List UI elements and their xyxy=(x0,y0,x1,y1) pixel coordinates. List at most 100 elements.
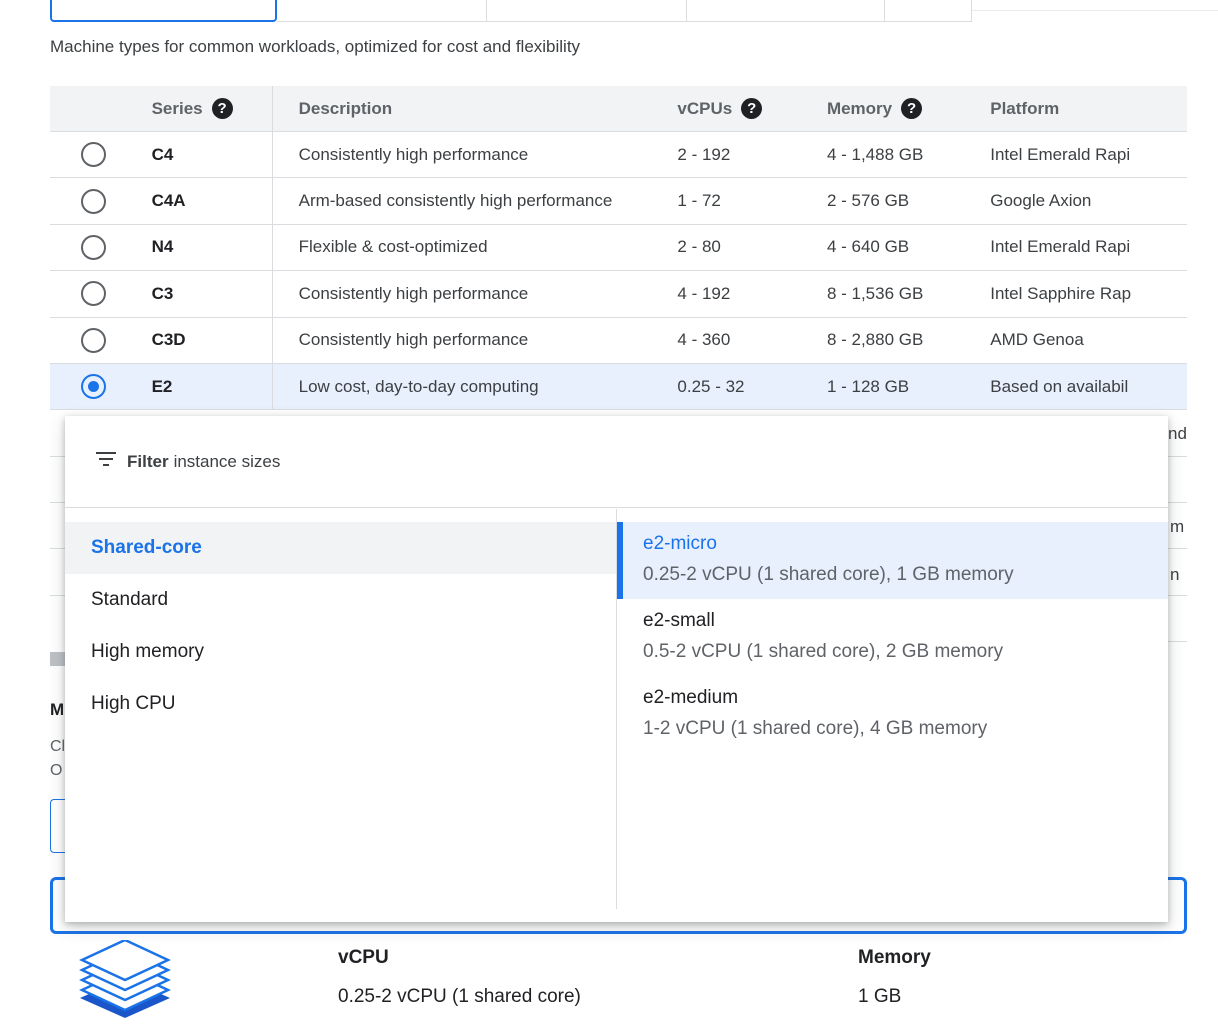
row-divider xyxy=(50,548,66,549)
table-row[interactable]: C3 Consistently high performance 4 - 192… xyxy=(50,271,1187,318)
series-radio[interactable] xyxy=(80,188,106,214)
row-divider xyxy=(1168,595,1187,596)
series-radio[interactable] xyxy=(80,281,106,307)
machine-type-popover: Filter instance sizes Shared-core Standa… xyxy=(65,416,1168,922)
series-description: Flexible & cost-optimized xyxy=(298,237,488,257)
series-name: C3 xyxy=(151,283,174,303)
machine-type-list: e2-micro 0.25-2 vCPU (1 shared core), 1 … xyxy=(617,509,1168,922)
series-memory: 4 - 640 GB xyxy=(826,237,910,257)
help-icon[interactable]: ? xyxy=(741,98,763,119)
series-radio-selected[interactable] xyxy=(80,374,106,400)
category-high-cpu[interactable]: High CPU xyxy=(65,678,616,730)
series-radio[interactable] xyxy=(80,327,106,353)
series-name: C3D xyxy=(151,330,186,350)
series-memory: 4 - 1,488 GB xyxy=(826,144,924,164)
table-row[interactable]: C3D Consistently high performance 4 - 36… xyxy=(50,317,1187,364)
series-description: Consistently high performance xyxy=(298,283,529,303)
series-vcpus: 2 - 80 xyxy=(677,237,721,257)
tab-memory-optimized[interactable] xyxy=(487,0,687,22)
machine-type-desc: 0.25-2 vCPU (1 shared core), 1 GB memory xyxy=(643,564,1014,585)
series-radio[interactable] xyxy=(80,142,106,168)
hidden-heading: M xyxy=(50,700,65,719)
header-vcpus-label: vCPUs xyxy=(677,98,733,118)
header-platform: Platform xyxy=(990,98,1060,118)
tab-gpus[interactable] xyxy=(885,0,972,22)
series-name: E2 xyxy=(151,376,173,396)
row-divider xyxy=(1168,641,1187,642)
filter-label: Filter xyxy=(127,451,169,471)
hidden-row-text: nd xyxy=(1168,424,1187,443)
tab-storage-optimized[interactable] xyxy=(687,0,885,22)
tab-compute-optimized[interactable] xyxy=(277,0,487,22)
header-memory: Memory ? xyxy=(827,98,990,119)
hidden-text: O xyxy=(50,762,63,779)
series-memory: 8 - 1,536 GB xyxy=(826,283,924,303)
series-memory: 1 - 128 GB xyxy=(826,376,910,396)
table-row[interactable]: C4 Consistently high performance 2 - 192… xyxy=(50,132,1187,179)
header-series-label: Series xyxy=(151,98,203,118)
series-description: Consistently high performance xyxy=(298,330,529,350)
series-name: C4 xyxy=(151,144,174,164)
header-description: Description xyxy=(298,98,393,118)
row-divider xyxy=(1168,456,1187,457)
table-row[interactable]: C4A Arm-based consistently high performa… xyxy=(50,178,1187,225)
horizontal-scrollbar[interactable] xyxy=(50,652,66,666)
machine-family-tabs xyxy=(50,0,972,22)
filter-placeholder[interactable]: instance sizes xyxy=(174,452,281,472)
series-description: Low cost, day-to-day computing xyxy=(298,376,539,396)
row-divider xyxy=(50,595,66,596)
series-platform: Intel Emerald Rapi xyxy=(990,237,1131,257)
series-vcpus: 4 - 360 xyxy=(677,330,731,350)
help-icon[interactable]: ? xyxy=(901,98,923,119)
machine-type-name: e2-small xyxy=(643,610,715,631)
series-platform: AMD Genoa xyxy=(990,330,1084,350)
tab-general-purpose[interactable] xyxy=(50,0,277,22)
category-shared-core[interactable]: Shared-core xyxy=(65,522,616,574)
category-list: Shared-core Standard High memory High CP… xyxy=(65,509,617,909)
series-description: Consistently high performance xyxy=(298,144,529,164)
table-row-selected[interactable]: E2 Low cost, day-to-day computing 0.25 -… xyxy=(50,363,1187,411)
series-name: N4 xyxy=(151,237,174,257)
series-memory: 2 - 576 GB xyxy=(826,191,910,211)
series-platform: Intel Emerald Rapi xyxy=(990,144,1131,164)
category-standard[interactable]: Standard xyxy=(65,574,616,626)
summary-vcpu-value: 0.25-2 vCPU (1 shared core) xyxy=(338,986,581,1007)
row-divider xyxy=(1168,502,1187,503)
hidden-row-text: m xyxy=(1170,517,1185,536)
header-series: Series ? xyxy=(137,86,273,131)
machine-type-e2-micro[interactable]: e2-micro 0.25-2 vCPU (1 shared core), 1 … xyxy=(617,522,1168,599)
series-platform: Based on availabil xyxy=(990,376,1129,396)
popover-body: Shared-core Standard High memory High CP… xyxy=(65,509,1168,922)
table-header: Series ? Description vCPUs ? Memory ? Pl… xyxy=(50,86,1187,132)
filter-bar[interactable]: Filter instance sizes xyxy=(65,416,1168,508)
series-platform: Intel Sapphire Rap xyxy=(990,283,1132,303)
divider xyxy=(972,10,1218,11)
series-radio[interactable] xyxy=(80,234,106,260)
machine-type-name: e2-medium xyxy=(643,687,739,708)
header-memory-label: Memory xyxy=(826,98,893,118)
series-vcpus: 4 - 192 xyxy=(677,283,731,303)
summary-memory-value: 1 GB xyxy=(858,986,902,1007)
series-platform: Google Axion xyxy=(990,191,1092,211)
series-description: Arm-based consistently high performance xyxy=(298,191,613,211)
machine-type-name: e2-micro xyxy=(643,533,717,554)
category-high-memory[interactable]: High memory xyxy=(65,626,616,678)
filter-icon[interactable] xyxy=(95,451,117,472)
series-subtitle: Machine types for common workloads, opti… xyxy=(50,37,581,56)
summary-vcpu-label: vCPU xyxy=(338,947,389,968)
series-vcpus: 1 - 72 xyxy=(677,191,721,211)
header-radio-spacer xyxy=(50,86,137,131)
series-memory: 8 - 2,880 GB xyxy=(826,330,924,350)
series-name: C4A xyxy=(151,191,186,211)
layers-stack-icon xyxy=(78,938,172,1021)
series-vcpus: 0.25 - 32 xyxy=(677,376,745,396)
machine-type-e2-medium[interactable]: e2-medium 1-2 vCPU (1 shared core), 4 GB… xyxy=(617,676,1168,753)
help-icon[interactable]: ? xyxy=(211,98,233,119)
series-vcpus: 2 - 192 xyxy=(677,144,731,164)
row-divider xyxy=(50,502,66,503)
hidden-text: Cl xyxy=(50,738,66,755)
series-table: Series ? Description vCPUs ? Memory ? Pl… xyxy=(50,86,1187,411)
table-row[interactable]: N4 Flexible & cost-optimized 2 - 80 4 - … xyxy=(50,224,1187,272)
machine-type-desc: 0.5-2 vCPU (1 shared core), 2 GB memory xyxy=(643,641,1004,662)
machine-type-e2-small[interactable]: e2-small 0.5-2 vCPU (1 shared core), 2 G… xyxy=(617,599,1168,676)
